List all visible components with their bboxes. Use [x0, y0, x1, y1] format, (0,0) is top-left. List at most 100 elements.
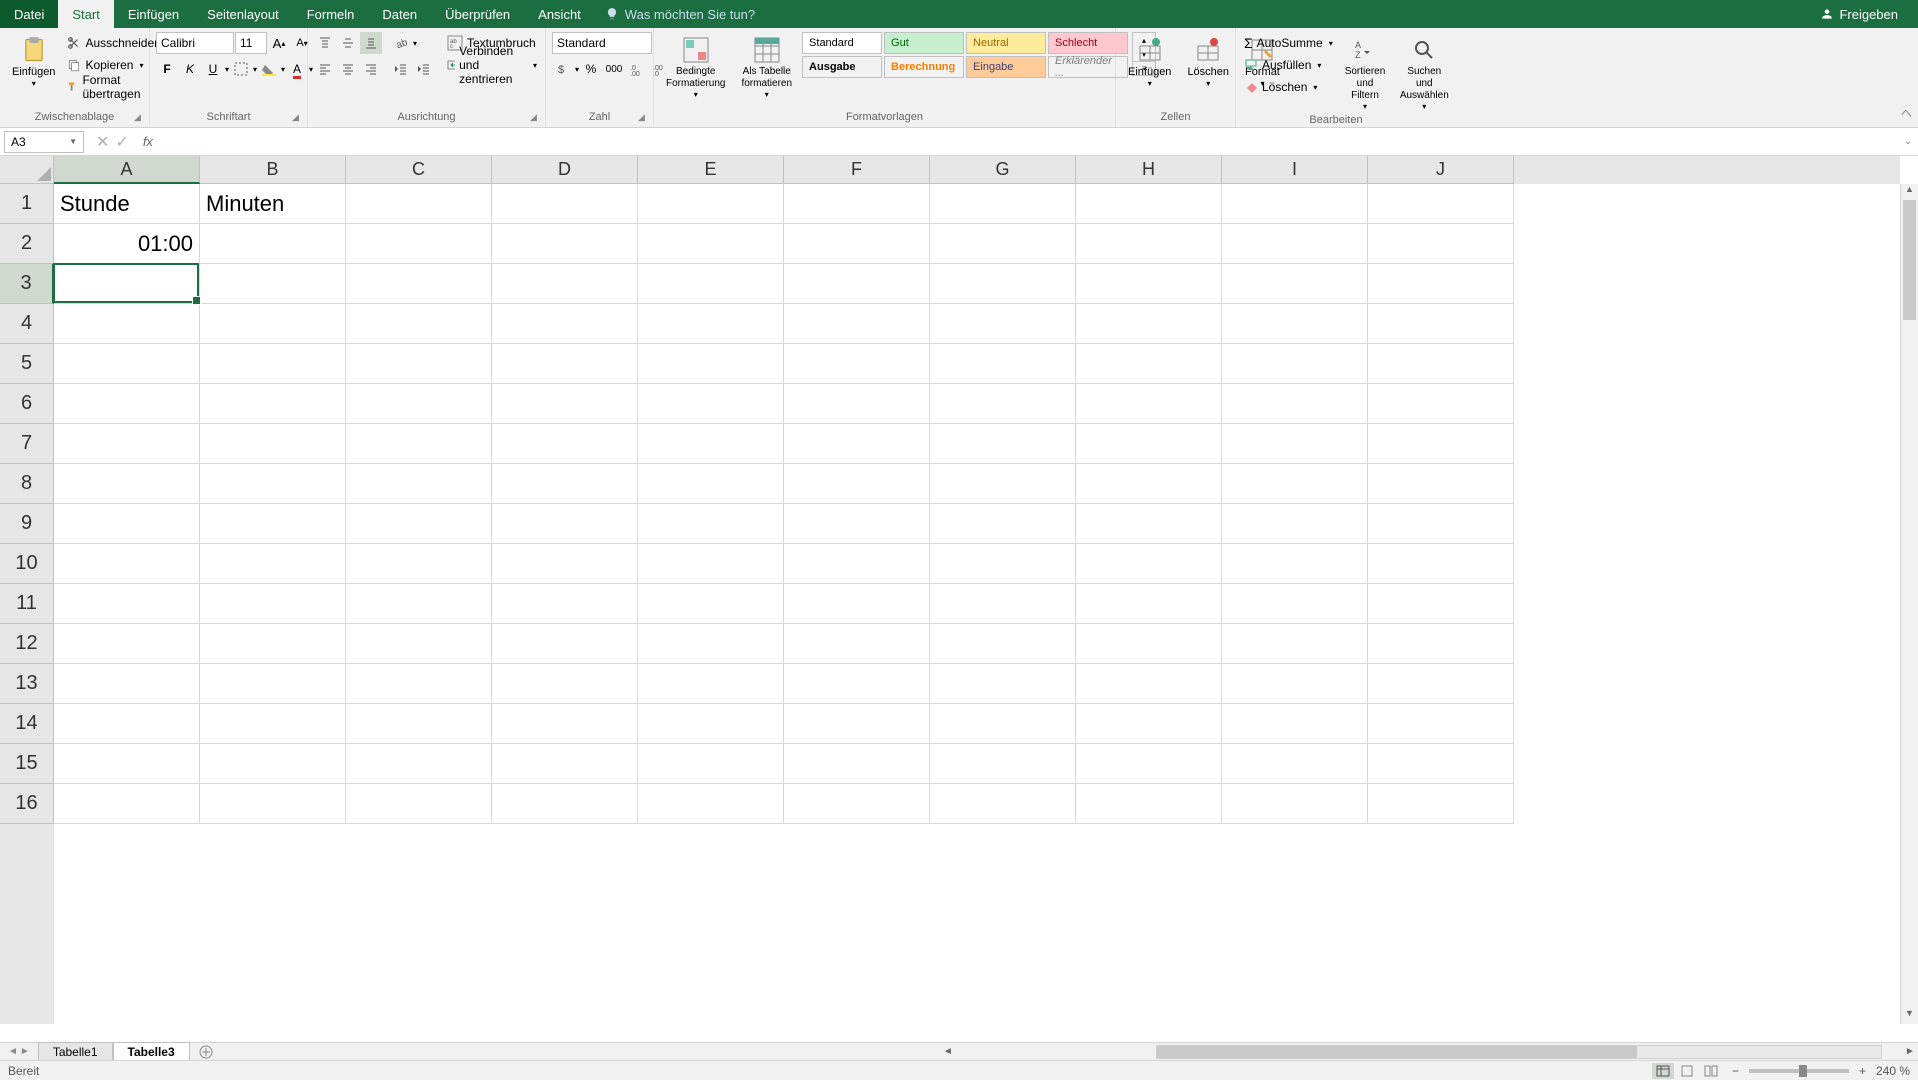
cell-F8[interactable]: [784, 464, 930, 504]
horizontal-scrollbar[interactable]: [1156, 1045, 1882, 1059]
find-select-button[interactable]: Suchen und Auswählen▾: [1395, 32, 1453, 114]
cell-D10[interactable]: [492, 544, 638, 584]
row-header-8[interactable]: 8: [0, 464, 54, 504]
column-header-D[interactable]: D: [492, 156, 638, 184]
cell-D13[interactable]: [492, 664, 638, 704]
decrease-indent-button[interactable]: [390, 58, 412, 80]
cell-E5[interactable]: [638, 344, 784, 384]
cell-H7[interactable]: [1076, 424, 1222, 464]
cell-E8[interactable]: [638, 464, 784, 504]
cell-I3[interactable]: [1222, 264, 1368, 304]
column-header-I[interactable]: I: [1222, 156, 1368, 184]
cell-H14[interactable]: [1076, 704, 1222, 744]
cell-H1[interactable]: [1076, 184, 1222, 224]
cell-E4[interactable]: [638, 304, 784, 344]
cell-D14[interactable]: [492, 704, 638, 744]
italic-button[interactable]: K: [179, 58, 201, 80]
row-header-6[interactable]: 6: [0, 384, 54, 424]
cell-J13[interactable]: [1368, 664, 1514, 704]
fill-button[interactable]: Ausfüllen▾: [1242, 54, 1335, 76]
normal-view-button[interactable]: [1652, 1063, 1674, 1079]
cell-I4[interactable]: [1222, 304, 1368, 344]
merge-center-button[interactable]: Verbinden und zentrieren▾: [445, 54, 539, 76]
cell-E1[interactable]: [638, 184, 784, 224]
cell-C12[interactable]: [346, 624, 492, 664]
cell-D2[interactable]: [492, 224, 638, 264]
clipboard-dialog-launcher[interactable]: ◢: [134, 112, 146, 124]
cell-I9[interactable]: [1222, 504, 1368, 544]
align-left-button[interactable]: [314, 58, 336, 80]
tab-ueberpruefen[interactable]: Überprüfen: [431, 0, 524, 28]
cell-H9[interactable]: [1076, 504, 1222, 544]
cell-J10[interactable]: [1368, 544, 1514, 584]
add-sheet-button[interactable]: [196, 1044, 216, 1060]
cell-C16[interactable]: [346, 784, 492, 824]
cell-C13[interactable]: [346, 664, 492, 704]
zoom-level[interactable]: 240 %: [1876, 1064, 1910, 1078]
cell-E3[interactable]: [638, 264, 784, 304]
paste-button[interactable]: Einfügen ▾: [6, 32, 61, 91]
file-tab[interactable]: Datei: [0, 0, 58, 28]
align-top-button[interactable]: [314, 32, 336, 54]
cell-D5[interactable]: [492, 344, 638, 384]
delete-cells-button[interactable]: Löschen▾: [1181, 32, 1235, 91]
column-header-E[interactable]: E: [638, 156, 784, 184]
cell-F3[interactable]: [784, 264, 930, 304]
cell-G3[interactable]: [930, 264, 1076, 304]
cell-A3[interactable]: [54, 264, 200, 304]
cell-H5[interactable]: [1076, 344, 1222, 384]
cell-B9[interactable]: [200, 504, 346, 544]
hscroll-right[interactable]: ►: [1902, 1046, 1918, 1057]
increase-font-button[interactable]: A▴: [268, 32, 290, 54]
cell-D12[interactable]: [492, 624, 638, 664]
column-header-A[interactable]: A: [54, 156, 200, 184]
cell-G15[interactable]: [930, 744, 1076, 784]
cell-A12[interactable]: [54, 624, 200, 664]
format-as-table-button[interactable]: Als Tabelle formatieren▾: [735, 32, 798, 102]
increase-decimal-button[interactable]: .0.00: [626, 58, 648, 80]
cell-A13[interactable]: [54, 664, 200, 704]
cell-D1[interactable]: [492, 184, 638, 224]
cell-J8[interactable]: [1368, 464, 1514, 504]
share-button[interactable]: Freigeben: [1820, 7, 1898, 22]
cell-G4[interactable]: [930, 304, 1076, 344]
cell-I15[interactable]: [1222, 744, 1368, 784]
column-header-C[interactable]: C: [346, 156, 492, 184]
sheet-tab-tabelle1[interactable]: Tabelle1: [38, 1042, 113, 1061]
cell-I8[interactable]: [1222, 464, 1368, 504]
cell-G10[interactable]: [930, 544, 1076, 584]
conditional-formatting-button[interactable]: Bedingte Formatierung▾: [660, 32, 731, 102]
cell-F6[interactable]: [784, 384, 930, 424]
cell-B5[interactable]: [200, 344, 346, 384]
tab-einfuegen[interactable]: Einfügen: [114, 0, 193, 28]
percent-format-button[interactable]: %: [580, 58, 602, 80]
align-middle-button[interactable]: [337, 32, 359, 54]
cell-C11[interactable]: [346, 584, 492, 624]
borders-button[interactable]: [230, 58, 252, 80]
cell-C10[interactable]: [346, 544, 492, 584]
style-gut[interactable]: Gut: [884, 32, 964, 54]
bold-button[interactable]: F: [156, 58, 178, 80]
column-header-F[interactable]: F: [784, 156, 930, 184]
cell-J1[interactable]: [1368, 184, 1514, 224]
cell-J9[interactable]: [1368, 504, 1514, 544]
cell-B7[interactable]: [200, 424, 346, 464]
cell-F5[interactable]: [784, 344, 930, 384]
cell-G12[interactable]: [930, 624, 1076, 664]
cell-F14[interactable]: [784, 704, 930, 744]
row-header-15[interactable]: 15: [0, 744, 54, 784]
cell-E15[interactable]: [638, 744, 784, 784]
cell-J3[interactable]: [1368, 264, 1514, 304]
cell-G16[interactable]: [930, 784, 1076, 824]
cell-G13[interactable]: [930, 664, 1076, 704]
row-header-7[interactable]: 7: [0, 424, 54, 464]
cell-C15[interactable]: [346, 744, 492, 784]
cell-B4[interactable]: [200, 304, 346, 344]
number-format-select[interactable]: [552, 32, 652, 54]
cut-button[interactable]: Ausschneiden: [65, 32, 162, 54]
cell-A1[interactable]: Stunde: [54, 184, 200, 224]
cell-E11[interactable]: [638, 584, 784, 624]
cell-G2[interactable]: [930, 224, 1076, 264]
cell-B14[interactable]: [200, 704, 346, 744]
format-painter-button[interactable]: Format übertragen: [65, 76, 162, 98]
